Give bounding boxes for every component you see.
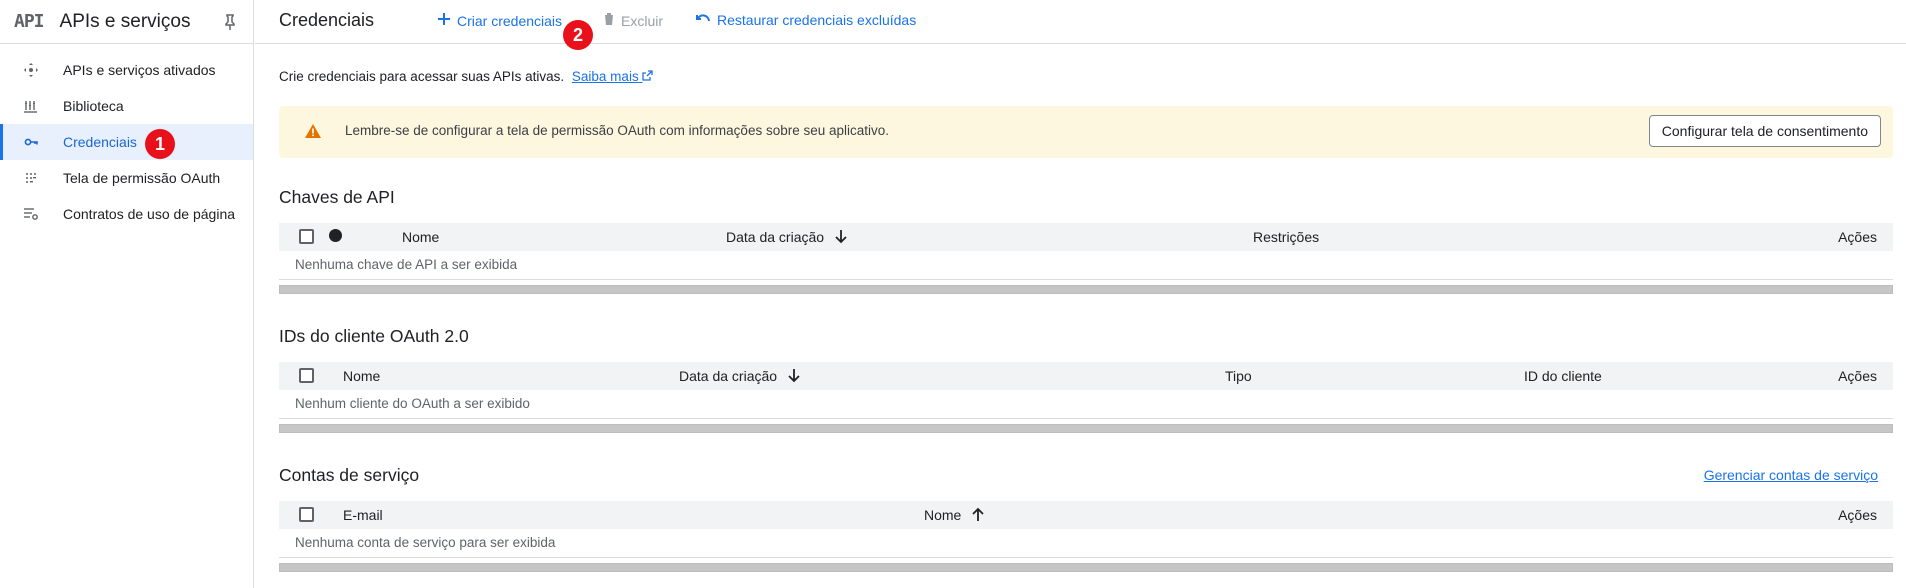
- restore-deleted-credentials-button[interactable]: Restaurar credenciais excluídas: [695, 12, 916, 28]
- select-all-checkbox[interactable]: [299, 507, 314, 522]
- sidebar-item-label: APIs e serviços ativados: [63, 62, 216, 78]
- table-header: Nome Data da criação Restrições Ações: [279, 223, 1893, 251]
- column-header-created[interactable]: Data da criação: [679, 368, 777, 384]
- oauth-warning-banner: Lembre-se de configurar a tela de permis…: [279, 106, 1893, 158]
- banner-message: Lembre-se de configurar a tela de permis…: [345, 123, 890, 138]
- undo-icon: [695, 12, 711, 28]
- arrow-up-icon[interactable]: [972, 507, 984, 525]
- select-all-checkbox[interactable]: [299, 368, 314, 383]
- page-title: Credenciais: [279, 10, 375, 30]
- empty-row: Nenhuma chave de API a ser exibida: [279, 251, 1893, 280]
- delete-label: Excluir: [621, 12, 664, 29]
- table-header: E-mail Nome Ações: [279, 501, 1893, 529]
- column-header-actions: Ações: [1838, 229, 1877, 245]
- top-toolbar: Credenciais Criar credenciais Excluir Re…: [255, 0, 1906, 44]
- intro-text: Crie credenciais para acessar suas APIs …: [279, 69, 654, 84]
- configure-consent-screen-button[interactable]: Configurar tela de consentimento: [1648, 115, 1881, 147]
- sidebar-item-page-usage[interactable]: Contratos de uso de página: [0, 196, 253, 232]
- step-badge-1: 1: [145, 129, 175, 159]
- select-all-checkbox[interactable]: [299, 229, 314, 244]
- sidebar-item-credentials[interactable]: Credenciais: [0, 124, 253, 160]
- empty-row: Nenhuma conta de serviço para ser exibid…: [279, 529, 1893, 558]
- table-header: Nome Data da criação Tipo ID do cliente …: [279, 362, 1893, 390]
- dotted-grid-icon: [22, 170, 40, 186]
- sidebar-nav: APIs e serviços ativados Biblioteca Cred…: [0, 44, 253, 232]
- sidebar: API APIs e serviços APIs e serviços ativ…: [0, 0, 254, 588]
- warning-icon: [305, 124, 321, 141]
- service-accounts-title: Contas de serviço: [279, 465, 420, 485]
- status-dot-icon: [329, 229, 342, 242]
- key-icon: [22, 134, 40, 150]
- column-header-name[interactable]: Nome: [402, 229, 439, 245]
- empty-message: Nenhum cliente do OAuth a ser exibido: [295, 396, 530, 411]
- learn-more-link[interactable]: Saiba mais: [572, 69, 654, 84]
- sidebar-title: APIs e serviços: [59, 10, 191, 32]
- sidebar-header: API APIs e serviços: [0, 0, 253, 44]
- plus-icon: [437, 12, 451, 29]
- horizontal-scrollbar[interactable]: [279, 563, 1893, 572]
- diamond-arrows-icon: [22, 62, 40, 78]
- arrow-down-icon[interactable]: [835, 229, 847, 247]
- manage-service-accounts-link[interactable]: Gerenciar contas de serviço: [1704, 467, 1878, 483]
- sidebar-item-label: Credenciais: [63, 134, 137, 150]
- api-keys-title: Chaves de API: [279, 187, 395, 207]
- column-header-actions: Ações: [1838, 507, 1877, 523]
- column-header-client-id: ID do cliente: [1524, 368, 1602, 384]
- empty-message: Nenhuma chave de API a ser exibida: [295, 257, 518, 272]
- list-settings-icon: [22, 206, 40, 222]
- service-accounts-table: E-mail Nome Ações Nenhuma conta de servi…: [279, 501, 1893, 572]
- oauth-clients-title: IDs do cliente OAuth 2.0: [279, 326, 469, 346]
- external-link-icon: [642, 70, 654, 81]
- sidebar-item-oauth-consent[interactable]: Tela de permissão OAuth: [0, 160, 253, 196]
- delete-button[interactable]: Excluir: [603, 12, 663, 29]
- column-header-name[interactable]: Nome: [924, 507, 961, 523]
- empty-row: Nenhum cliente do OAuth a ser exibido: [279, 390, 1893, 419]
- create-credentials-button[interactable]: Criar credenciais: [437, 12, 562, 29]
- column-header-created[interactable]: Data da criação: [726, 229, 824, 245]
- column-header-name[interactable]: Nome: [343, 368, 380, 384]
- intro-message: Crie credenciais para acessar suas APIs …: [279, 69, 565, 84]
- restore-label: Restaurar credenciais excluídas: [717, 12, 917, 28]
- create-credentials-label: Criar credenciais: [457, 12, 563, 29]
- empty-message: Nenhuma conta de serviço para ser exibid…: [295, 535, 556, 550]
- sidebar-item-enabled-apis[interactable]: APIs e serviços ativados: [0, 52, 253, 88]
- arrow-down-icon[interactable]: [788, 368, 800, 386]
- sidebar-item-library[interactable]: Biblioteca: [0, 88, 253, 124]
- column-header-type: Tipo: [1225, 368, 1252, 384]
- sidebar-item-label: Tela de permissão OAuth: [63, 170, 221, 186]
- pin-icon[interactable]: [222, 12, 238, 32]
- column-header-actions: Ações: [1838, 368, 1877, 384]
- api-logo: API: [14, 11, 44, 32]
- library-icon: [22, 98, 40, 114]
- column-header-restrictions: Restrições: [1253, 229, 1320, 245]
- sidebar-item-label: Biblioteca: [63, 98, 124, 114]
- trash-icon: [603, 12, 615, 29]
- step-badge-2: 2: [563, 20, 593, 50]
- oauth-clients-table: Nome Data da criação Tipo ID do cliente …: [279, 362, 1893, 433]
- horizontal-scrollbar[interactable]: [279, 424, 1893, 433]
- api-keys-table: Nome Data da criação Restrições Ações Ne…: [279, 223, 1893, 294]
- column-header-email[interactable]: E-mail: [343, 507, 383, 523]
- horizontal-scrollbar[interactable]: [279, 285, 1893, 294]
- sidebar-item-label: Contratos de uso de página: [63, 206, 236, 222]
